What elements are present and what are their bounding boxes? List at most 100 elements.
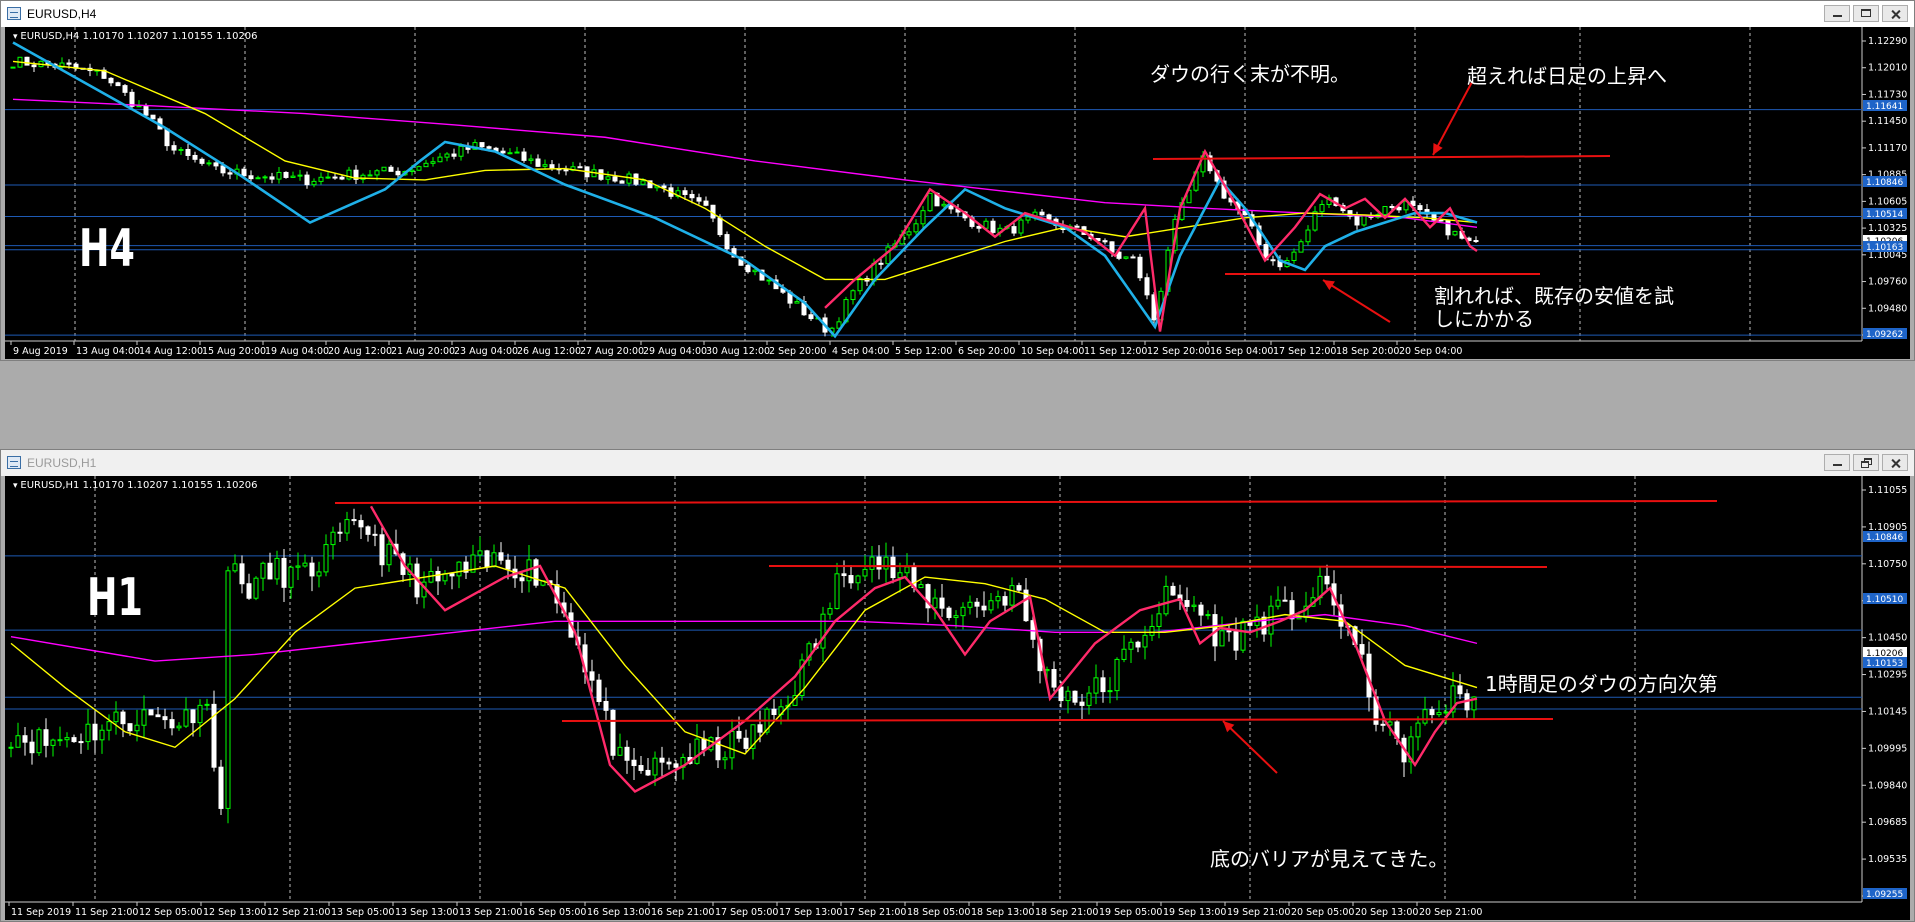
candle-body <box>857 278 863 292</box>
candle-body <box>1109 241 1115 253</box>
time-tick-label: 20 Sep 04:00 <box>1399 346 1462 357</box>
candle-body <box>1226 630 1232 633</box>
time-tick-label: 17 Sep 13:00 <box>779 907 842 918</box>
candle-body <box>1198 604 1204 616</box>
candle-body <box>416 166 422 171</box>
price-tick-label: 1.11170 <box>1868 143 1907 154</box>
minimize-button[interactable] <box>1824 5 1850 22</box>
candle-body <box>262 176 268 179</box>
price-tick-label: 1.12010 <box>1868 63 1907 74</box>
candle-body <box>1415 722 1421 738</box>
annotation-break-down: 割れれば、既存の安値を試 しにかかる <box>1434 284 1674 331</box>
candle-body <box>288 566 294 588</box>
candle-body <box>491 552 497 568</box>
candle-body <box>351 519 357 522</box>
candle-body <box>213 162 219 167</box>
candle-body <box>206 162 212 165</box>
candle-body <box>57 739 63 742</box>
time-tick-label: 6 Sep 20:00 <box>958 346 1015 357</box>
candle-body <box>1319 204 1325 213</box>
maximize-icon <box>1854 6 1878 21</box>
candle-body <box>176 725 182 729</box>
candle-body <box>50 739 56 746</box>
candle-body <box>638 765 644 771</box>
candle-body <box>374 170 380 176</box>
time-tick-label: 20 Sep 05:00 <box>1291 907 1354 918</box>
time-tick-label: 12 Sep 20:00 <box>1147 346 1210 357</box>
h1-title-bar[interactable]: EURUSD,H1 <box>1 450 1914 476</box>
candle-body <box>1445 219 1451 236</box>
price-tag-label: 1.09262 <box>1866 330 1903 340</box>
candle-body <box>255 177 261 180</box>
h4-chart-area[interactable]: 1.12290 1.12010 1.11730 1.11450 1.11170 1.108… <box>5 27 1910 359</box>
candle-body <box>127 723 133 732</box>
candle-body <box>162 716 168 721</box>
candle-body <box>1002 596 1008 606</box>
price-tick-label: 1.09685 <box>1868 817 1907 828</box>
candle-body <box>519 577 525 582</box>
candle-body <box>1359 644 1365 655</box>
candle-body <box>302 562 308 567</box>
annotation-arrow <box>1432 81 1473 156</box>
minimize-button[interactable] <box>1824 454 1850 471</box>
candle-body <box>869 556 875 570</box>
candle-body <box>890 556 896 579</box>
time-tick-label: 5 Sep 12:00 <box>895 346 952 357</box>
candle-body <box>682 190 688 195</box>
close-button[interactable] <box>1882 5 1908 22</box>
time-tick-label: 16 Sep 13:00 <box>587 907 650 918</box>
candle-body <box>164 128 170 147</box>
candle-body <box>1382 206 1388 216</box>
price-tick-label: 1.10450 <box>1868 633 1907 644</box>
candle-body <box>456 561 462 577</box>
candle-body <box>379 534 385 566</box>
maximize-button[interactable] <box>1853 5 1879 22</box>
candle-body <box>269 176 275 180</box>
time-tick-label: 19 Sep 13:00 <box>1163 907 1226 918</box>
candle-body <box>549 164 555 169</box>
candle-body <box>183 709 189 727</box>
h1-chart-area[interactable]: 1.110551.109051.107501.106001.104501.102… <box>5 476 1910 920</box>
restore-icon <box>1854 455 1878 470</box>
restore-button[interactable] <box>1853 454 1879 471</box>
candle-body <box>1137 256 1143 279</box>
candle-body <box>372 533 378 536</box>
candle-body <box>113 711 119 723</box>
time-tick-label: 20 Aug 12:00 <box>328 346 392 357</box>
close-button[interactable] <box>1882 454 1908 471</box>
h1-chart-window[interactable]: EURUSD,H1 1.110551.109051.107501.106001.… <box>0 449 1915 922</box>
time-tick-label: 27 Aug 20:00 <box>580 346 644 357</box>
ma-yellow-line <box>10 565 1478 755</box>
time-tick-label: 11 Sep 21:00 <box>75 907 138 918</box>
candle-body <box>498 552 504 561</box>
h1-window-title: EURUSD,H1 <box>27 456 97 470</box>
candle-body <box>78 741 84 744</box>
candle-body <box>337 531 343 534</box>
candle-body <box>710 204 716 219</box>
zigzag-pink-line <box>369 505 1478 793</box>
h4-chart-window[interactable]: EURUSD,H4 1.12290 1.12010 1.11730 1.11450 1.… <box>0 0 1915 361</box>
h4-title-bar[interactable]: EURUSD,H4 <box>1 1 1914 27</box>
candle-body <box>8 746 14 749</box>
candle-body <box>939 597 945 609</box>
time-tick-label: 16 Sep 04:00 <box>1210 346 1273 357</box>
candle-body <box>631 759 637 767</box>
candle-body <box>701 738 707 751</box>
candle-body <box>218 766 224 809</box>
candle-body <box>1275 599 1281 607</box>
candle-body <box>253 577 259 599</box>
price-tag-label: 1.09255 <box>1866 890 1903 900</box>
candle-body <box>260 562 266 579</box>
candle-body <box>477 550 483 556</box>
candle-body <box>883 556 889 570</box>
candle-body <box>344 519 350 534</box>
candle-body <box>967 601 973 608</box>
candle-body <box>232 563 238 572</box>
candle-body <box>122 85 128 93</box>
candle-body <box>1291 251 1297 261</box>
h1-price-chart: 1.110551.109051.107501.106001.104501.102… <box>5 476 1907 918</box>
annotation-arrow <box>1322 279 1391 323</box>
candle-body <box>626 173 632 184</box>
candle-body <box>612 176 618 182</box>
candle-body <box>862 568 868 577</box>
